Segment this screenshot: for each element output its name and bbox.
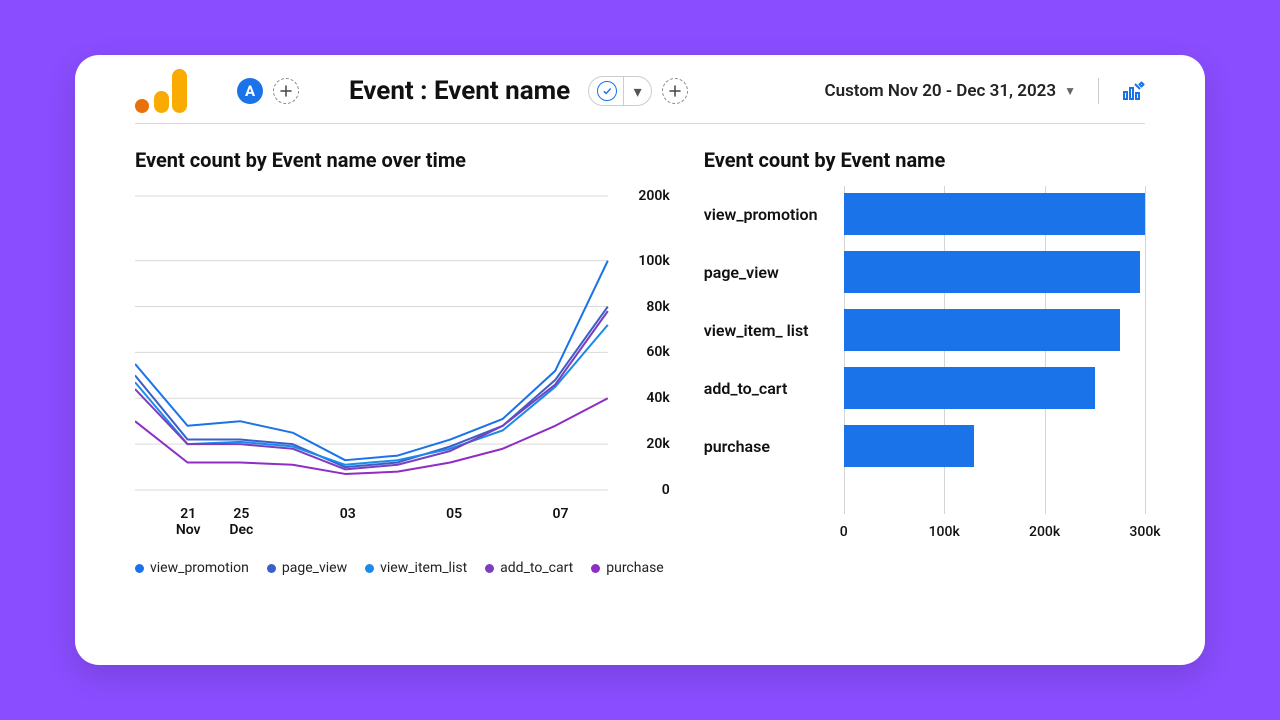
bar-row: view_item_ list bbox=[704, 306, 1145, 354]
check-circle-icon bbox=[597, 81, 617, 101]
bar-row: add_to_cart bbox=[704, 364, 1145, 412]
bar-chart: view_promotion page_view view_item_ list ad… bbox=[704, 190, 1145, 550]
bar-fill bbox=[844, 367, 1095, 409]
line-chart-panel: Event count by Event name over time 020k… bbox=[135, 148, 664, 576]
legend-item[interactable]: purchase bbox=[591, 560, 664, 576]
legend-dot-icon bbox=[591, 564, 600, 573]
bar-chart-title: Event count by Event name bbox=[704, 148, 1145, 172]
legend-item[interactable]: add_to_cart bbox=[485, 560, 573, 576]
dimension-chip[interactable]: ▾ bbox=[588, 76, 652, 106]
bar-label: view_promotion bbox=[704, 205, 844, 224]
bar-fill bbox=[844, 251, 1140, 293]
legend-label: purchase bbox=[606, 560, 664, 576]
bar-fill bbox=[844, 309, 1120, 351]
line-chart: 020k40k60k80k100k200k 21Nov25Dec030507 bbox=[135, 190, 664, 520]
page-title: Event : Event name bbox=[349, 76, 570, 106]
analytics-logo-icon bbox=[135, 69, 187, 113]
legend-label: view_promotion bbox=[150, 560, 249, 576]
date-range-picker[interactable]: Custom Nov 20 - Dec 31, 2023 ▼ bbox=[824, 81, 1076, 101]
legend-item[interactable]: view_item_list bbox=[365, 560, 467, 576]
bar-x-axis: 0100k200k300k bbox=[844, 524, 1145, 544]
topbar: A Event : Event name ▾ Custom Nov 20 - D… bbox=[135, 63, 1145, 124]
add-dimension-button[interactable] bbox=[662, 78, 688, 104]
edit-chart-icon[interactable] bbox=[1121, 79, 1145, 103]
line-chart-legend: view_promotion page_view view_item_list add… bbox=[135, 560, 664, 576]
bar-row: page_view bbox=[704, 248, 1145, 296]
legend-dot-icon bbox=[485, 564, 494, 573]
divider bbox=[1098, 78, 1099, 104]
date-range-label: Custom Nov 20 - Dec 31, 2023 bbox=[824, 81, 1056, 101]
legend-label: page_view bbox=[282, 560, 347, 576]
chevron-down-icon: ▼ bbox=[1064, 84, 1076, 98]
bar-label: page_view bbox=[704, 263, 844, 282]
line-chart-title: Event count by Event name over time bbox=[135, 148, 664, 172]
legend-item[interactable]: view_promotion bbox=[135, 560, 249, 576]
segment-a-badge[interactable]: A bbox=[237, 78, 263, 104]
bar-fill bbox=[844, 425, 975, 467]
add-segment-button[interactable] bbox=[273, 78, 299, 104]
bar-label: view_item_ list bbox=[704, 321, 844, 340]
bar-row: purchase bbox=[704, 422, 1145, 470]
bar-chart-panel: Event count by Event name view_promotion… bbox=[704, 148, 1145, 576]
legend-item[interactable]: page_view bbox=[267, 560, 347, 576]
bar-fill bbox=[844, 193, 1145, 235]
legend-dot-icon bbox=[365, 564, 374, 573]
chevron-down-icon: ▾ bbox=[623, 77, 651, 105]
bar-label: purchase bbox=[704, 437, 844, 456]
legend-label: add_to_cart bbox=[500, 560, 573, 576]
bar-label: add_to_cart bbox=[704, 379, 844, 398]
legend-dot-icon bbox=[135, 564, 144, 573]
bar-row: view_promotion bbox=[704, 190, 1145, 238]
legend-label: view_item_list bbox=[380, 560, 467, 576]
legend-dot-icon bbox=[267, 564, 276, 573]
report-card: A Event : Event name ▾ Custom Nov 20 - D… bbox=[75, 55, 1205, 665]
